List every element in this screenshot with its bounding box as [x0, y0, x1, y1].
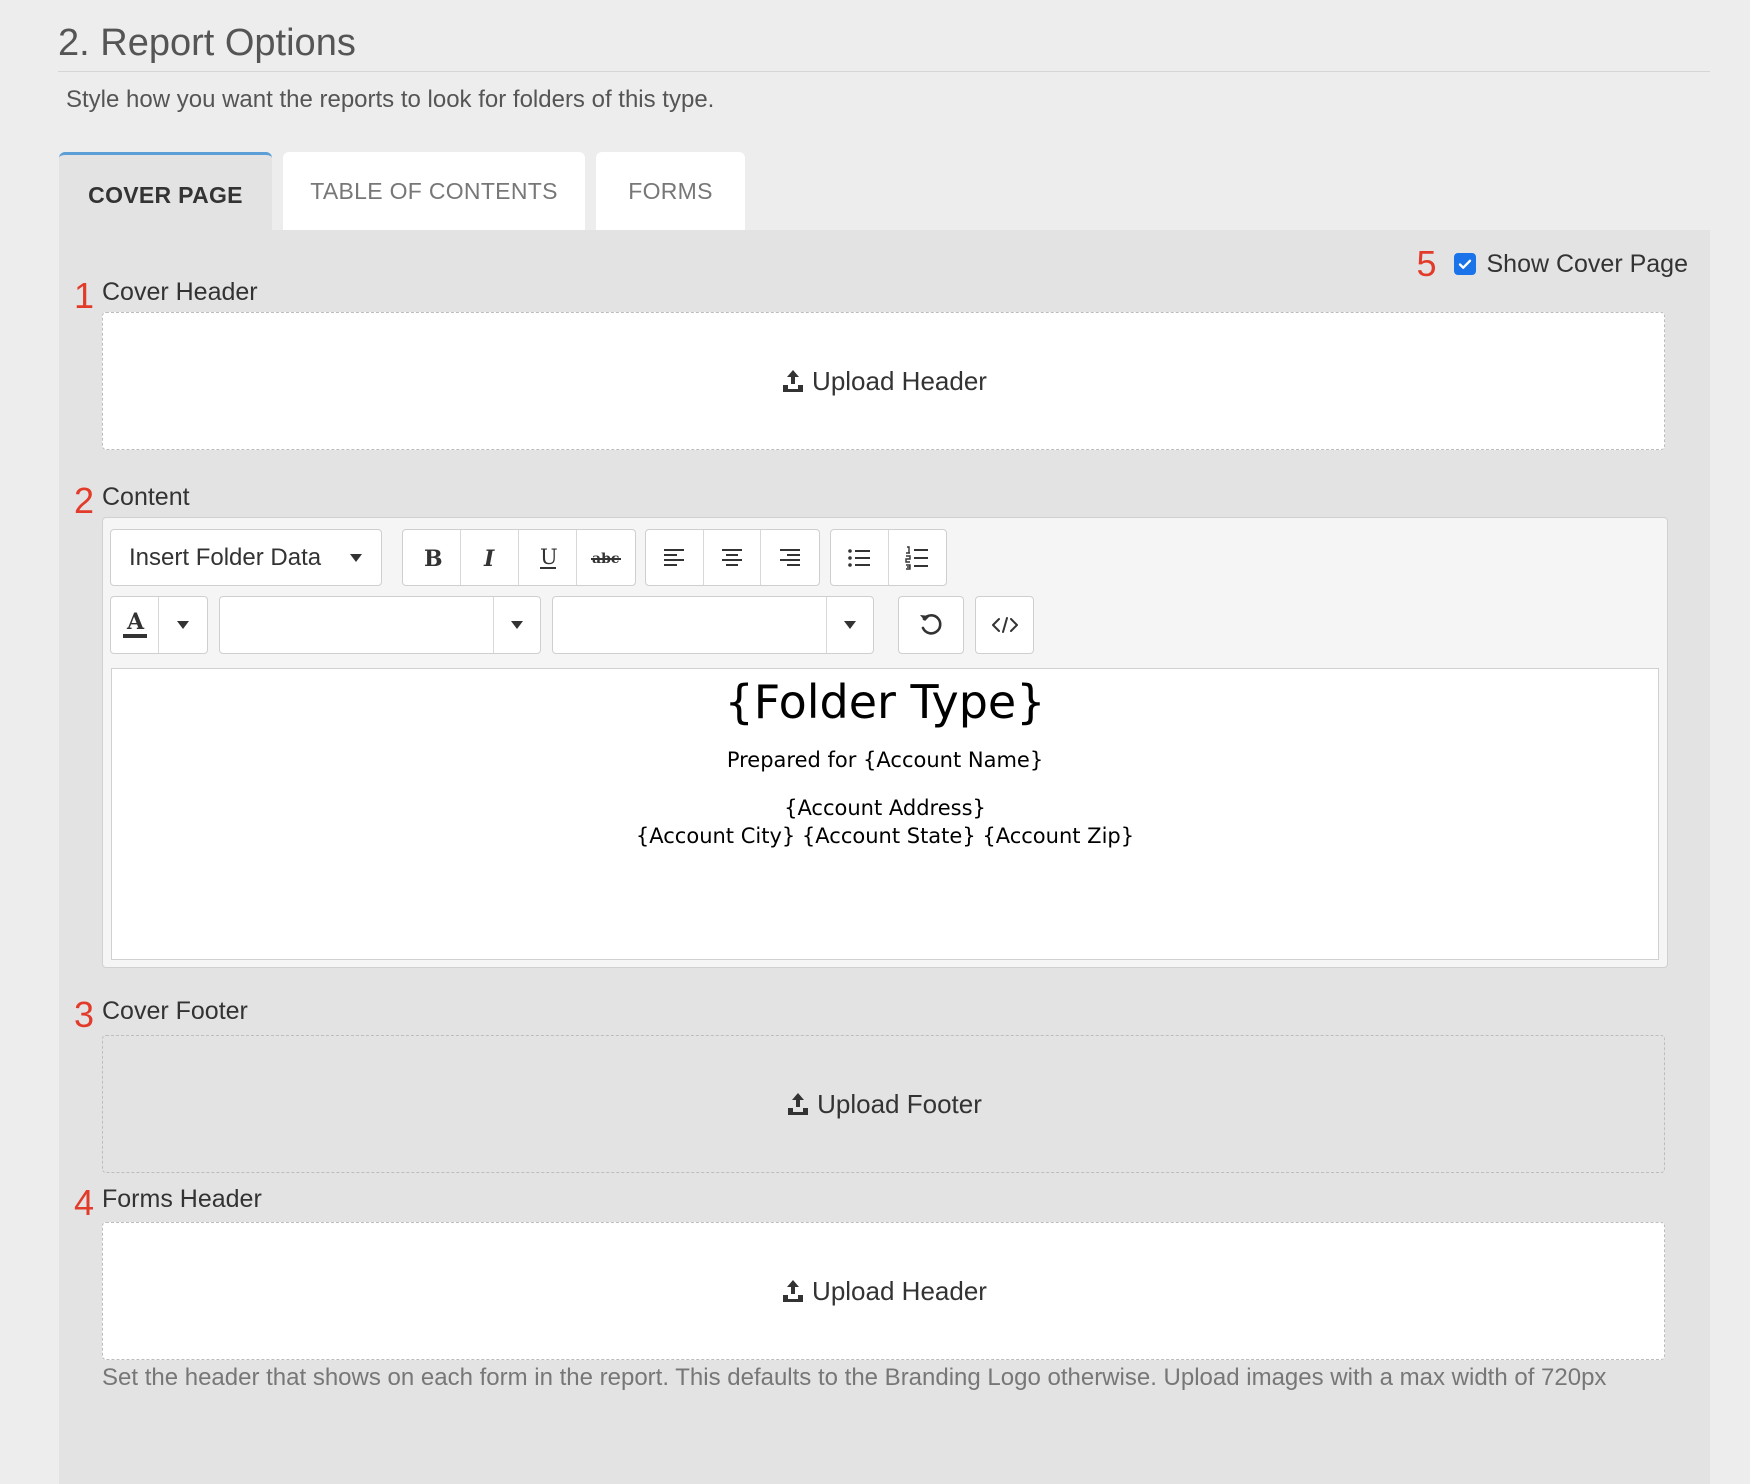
bold-icon: B	[424, 546, 443, 570]
annotation-number: 2	[74, 480, 95, 521]
font-family-caret	[494, 597, 540, 653]
underline-button[interactable]: U	[519, 530, 577, 585]
show-cover-page-label[interactable]: Show Cover Page	[1486, 250, 1688, 279]
section-subtitle: Style how you want the reports to look f…	[66, 86, 715, 113]
cover-footer-label: Cover Footer	[102, 997, 248, 1025]
font-color-caret-button[interactable]	[159, 597, 207, 653]
section-title: 2. Report Options	[58, 22, 356, 64]
upload-icon	[785, 1091, 811, 1117]
text-style-group: B I U abc	[402, 529, 636, 586]
italic-button[interactable]: I	[461, 530, 519, 585]
annotation-number: 3	[74, 994, 95, 1035]
bold-button[interactable]: B	[403, 530, 461, 585]
italic-icon: I	[483, 546, 495, 570]
insert-folder-data-label: Insert Folder Data	[129, 543, 322, 571]
cover-footer-upload[interactable]: Upload Footer	[102, 1035, 1665, 1173]
upload-icon	[780, 368, 806, 394]
undo-icon	[920, 614, 942, 635]
show-cover-page-checkbox[interactable]	[1454, 253, 1477, 275]
underline-icon: U	[539, 545, 558, 569]
upload-footer-text: Upload Footer	[817, 1088, 982, 1119]
content-city-line: {Account City} {Account State} {Account …	[635, 824, 1135, 849]
align-center-icon	[722, 548, 742, 566]
title-divider	[58, 71, 1710, 72]
caret-down-icon	[844, 621, 856, 629]
insert-folder-data-dropdown[interactable]: Insert Folder Data	[110, 529, 382, 586]
align-right-button[interactable]	[761, 530, 819, 585]
rich-text-editor: Insert Folder Data B I U abc A {Folder T…	[102, 517, 1668, 968]
annotation-number: 4	[74, 1182, 95, 1223]
upload-header-text: Upload Header	[812, 365, 987, 396]
align-left-icon	[664, 548, 685, 566]
tab-label: COVER PAGE	[88, 182, 243, 208]
undo-button[interactable]	[898, 596, 964, 654]
code-view-button[interactable]	[975, 596, 1034, 654]
checkmark-icon	[1459, 259, 1472, 269]
show-cover-page-row: 5 Show Cover Page	[1416, 246, 1688, 282]
svg-text:B: B	[424, 546, 443, 570]
tab-cover-page[interactable]: COVER PAGE	[59, 152, 272, 230]
code-view-button-inner	[976, 597, 1033, 653]
content-label: Content	[102, 483, 190, 511]
undo-button-inner	[899, 597, 963, 653]
caret-down-icon	[350, 553, 362, 562]
svg-text:U: U	[540, 545, 558, 569]
font-size-select[interactable]	[552, 596, 874, 654]
content-heading: {Folder Type}	[724, 675, 1046, 729]
numbered-list-button[interactable]	[889, 530, 947, 585]
svg-text:A: A	[126, 609, 145, 635]
bullet-list-button[interactable]	[831, 530, 889, 585]
cover-page-panel: 5 Show Cover Page 1 Cover Header Upload …	[59, 230, 1710, 1484]
alignment-group	[645, 529, 820, 586]
tab-table-of-contents[interactable]: TABLE OF CONTENTS	[283, 152, 585, 230]
strikethrough-icon: abc	[591, 551, 621, 567]
font-family-value	[220, 597, 494, 653]
list-group	[830, 529, 947, 586]
content-editable-area[interactable]: {Folder Type} Prepared for {Account Name…	[111, 668, 1659, 960]
forms-header-help-text: Set the header that shows on each form i…	[102, 1364, 1607, 1391]
content-prepared-line: Prepared for {Account Name}	[726, 748, 1044, 773]
forms-header-label: Forms Header	[102, 1185, 262, 1213]
upload-icon	[780, 1278, 806, 1304]
svg-text:I: I	[483, 546, 495, 570]
tab-label: TABLE OF CONTENTS	[310, 177, 558, 204]
bullet-list-icon	[848, 548, 871, 567]
align-center-button[interactable]	[704, 530, 762, 585]
cover-header-label: Cover Header	[102, 278, 258, 306]
font-size-value	[553, 597, 827, 653]
font-size-caret	[827, 597, 873, 653]
align-right-icon	[780, 548, 801, 566]
caret-down-icon	[511, 621, 523, 629]
tab-label: FORMS	[628, 177, 713, 204]
font-family-select[interactable]	[219, 596, 541, 654]
upload-header-text: Upload Header	[812, 1275, 987, 1306]
tab-forms[interactable]: FORMS	[596, 152, 745, 230]
caret-down-icon	[177, 621, 189, 629]
annotation-number: 1	[74, 275, 95, 316]
numbered-list-icon	[905, 545, 929, 570]
cover-header-upload[interactable]: Upload Header	[102, 312, 1665, 450]
font-color-button[interactable]: A	[111, 597, 160, 653]
font-color-control: A	[110, 596, 208, 654]
forms-header-upload[interactable]: Upload Header	[102, 1222, 1665, 1360]
annotation-number: 5	[1416, 243, 1437, 284]
code-view-icon	[991, 617, 1018, 633]
content-address-line: {Account Address}	[784, 796, 986, 821]
align-left-button[interactable]	[646, 530, 704, 585]
font-color-icon: A	[122, 609, 147, 638]
strikethrough-button[interactable]: abc	[577, 530, 635, 585]
